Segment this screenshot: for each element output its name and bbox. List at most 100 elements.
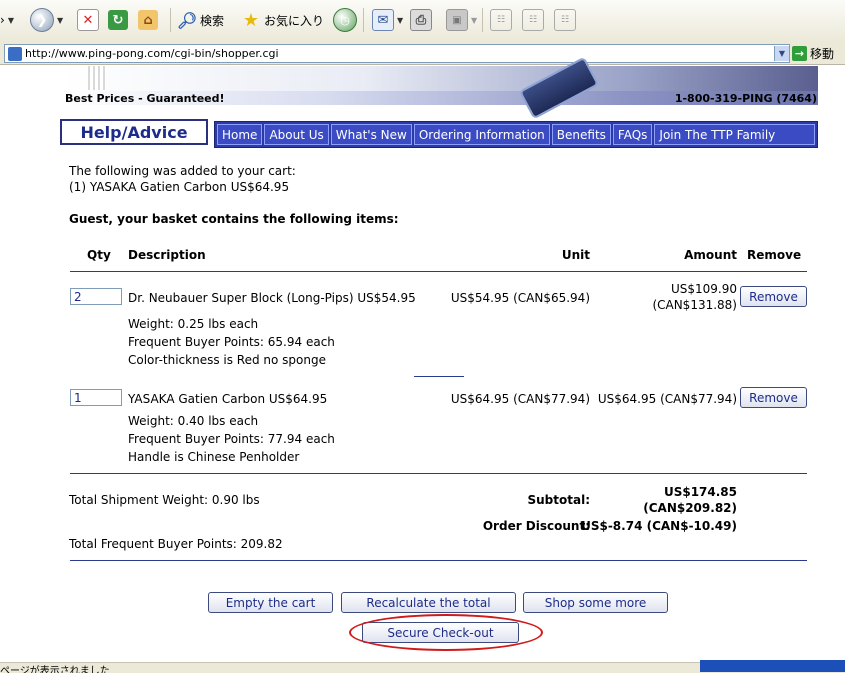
discount-value: US$-8.74 (CAN$-10.49): [581, 519, 737, 533]
header-divider: [70, 271, 807, 272]
address-url[interactable]: http://www.ping-pong.com/cgi-bin/shopper…: [25, 47, 774, 60]
column-qty: Qty: [87, 248, 111, 262]
mail-icon: ✉: [372, 9, 394, 31]
home-button[interactable]: ⌂: [138, 8, 158, 32]
column-description: Description: [128, 248, 206, 262]
recalculate-button[interactable]: Recalculate the total: [341, 592, 516, 613]
item-amount: US$64.95 (CAN$77.94): [597, 392, 737, 406]
go-arrow-icon: →: [792, 45, 807, 61]
go-button[interactable]: → 移動: [792, 44, 834, 62]
history-icon: ◷: [333, 8, 357, 32]
added-message: The following was added to your cart:: [69, 164, 296, 178]
status-text: ページが表示されました: [0, 666, 110, 673]
checkout-highlight-ring: [349, 614, 543, 651]
research-button-3[interactable]: ☷: [554, 8, 576, 32]
banner-stripe: [88, 66, 106, 90]
item-unit-price: US$64.95 (CAN$77.94): [450, 392, 590, 406]
toolbar-divider: [482, 8, 483, 32]
favorites-button[interactable]: ★ お気に入り: [241, 8, 324, 32]
quantity-input[interactable]: [70, 288, 122, 305]
refresh-button[interactable]: ↻: [108, 8, 128, 32]
favorites-label: お気に入り: [264, 13, 325, 28]
remove-button[interactable]: Remove: [740, 286, 807, 307]
total-weight: Total Shipment Weight: 0.90 lbs: [69, 493, 260, 507]
chevron-down-icon: ▼: [57, 15, 64, 25]
document-icon: ☷: [554, 9, 576, 31]
go-label: 移動: [810, 46, 835, 61]
mail-button[interactable]: ✉ ▼: [372, 8, 403, 32]
nav-ordering-information[interactable]: Ordering Information: [413, 124, 550, 145]
address-bar: http://www.ping-pong.com/cgi-bin/shopper…: [0, 42, 845, 65]
phone-number: 1-800-319-PING (7464): [674, 92, 817, 105]
browser-toolbar: › ▼ ❯ ▼ ✕ ↻ ⌂ 🔎︎ 検索 ★ お気に入り ◷ ✉ ▼ ⎙ ▣ ▼ …: [0, 0, 845, 43]
item-divider: [414, 376, 464, 377]
history-button[interactable]: ◷: [333, 8, 357, 32]
subtotal-us: US$174.85: [663, 485, 737, 499]
system-tray: [700, 660, 845, 672]
search-icon: 🔎︎: [176, 10, 198, 30]
chevron-down-icon: ▼: [7, 15, 14, 25]
forward-button[interactable]: ❯ ▼: [30, 8, 63, 32]
item-name: YASAKA Gatien Carbon US$64.95: [128, 392, 328, 406]
added-item: (1) YASAKA Gatien Carbon US$64.95: [69, 180, 290, 194]
stop-button[interactable]: ✕: [77, 8, 99, 32]
address-input[interactable]: http://www.ping-pong.com/cgi-bin/shopper…: [4, 44, 790, 63]
column-remove: Remove: [747, 248, 802, 262]
item-weight: Weight: 0.25 lbs each: [128, 317, 259, 331]
shop-more-button[interactable]: Shop some more: [523, 592, 668, 613]
discount-label: Order Discount:: [482, 519, 590, 533]
research-button-1[interactable]: ☷: [490, 8, 512, 32]
print-button[interactable]: ⎙: [410, 8, 432, 32]
star-icon: ★: [242, 9, 260, 31]
forward-dropdown[interactable]: › ▼: [0, 8, 14, 32]
basket-heading: Guest, your basket contains the followin…: [69, 212, 399, 226]
tagline: Best Prices - Guaranteed!: [65, 92, 225, 105]
nav-join-ttp-family[interactable]: Join The TTP Family: [654, 124, 815, 145]
item-option: Handle is Chinese Penholder: [128, 450, 300, 464]
printer-icon: ⎙: [410, 9, 432, 31]
item-unit-price: US$54.95 (CAN$65.94): [450, 291, 590, 305]
document-icon: ☷: [522, 9, 544, 31]
item-name: Dr. Neubauer Super Block (Long-Pips) US$…: [128, 291, 416, 305]
home-icon: ⌂: [138, 10, 158, 30]
search-label: 検索: [200, 13, 225, 28]
total-points: Total Frequent Buyer Points: 209.82: [69, 537, 283, 551]
chevron-down-icon: ▼: [471, 15, 478, 25]
stop-icon: ✕: [77, 9, 99, 31]
item-weight: Weight: 0.40 lbs each: [128, 414, 259, 428]
subtotal-can: (CAN$209.82): [643, 501, 737, 515]
quantity-input[interactable]: [70, 389, 122, 406]
page-icon: [8, 46, 22, 61]
edit-icon: ▣: [446, 9, 468, 31]
column-amount: Amount: [684, 248, 737, 262]
items-divider: [70, 473, 807, 474]
search-button[interactable]: 🔎︎ 検索: [177, 8, 224, 32]
research-button-2[interactable]: ☷: [522, 8, 544, 32]
main-nav: Home About Us What's New Ordering Inform…: [214, 121, 818, 148]
item-amount-us: US$109.90: [670, 282, 737, 296]
subtotal-label: Subtotal:: [527, 493, 590, 507]
toolbar-divider: [170, 8, 171, 32]
toolbar-divider: [363, 8, 364, 32]
nav-whats-new[interactable]: What's New: [330, 124, 412, 145]
item-points: Frequent Buyer Points: 77.94 each: [128, 432, 335, 446]
document-icon: ☷: [490, 9, 512, 31]
nav-benefits[interactable]: Benefits: [551, 124, 611, 145]
chevron-down-icon: ▼: [397, 15, 404, 25]
edit-button[interactable]: ▣ ▼: [446, 8, 477, 32]
chevron-down-icon[interactable]: ▼: [774, 46, 789, 61]
chevron-left-icon: ›: [0, 13, 5, 27]
empty-cart-button[interactable]: Empty the cart: [208, 592, 333, 613]
totals-divider: [70, 560, 807, 561]
remove-button[interactable]: Remove: [740, 387, 807, 408]
item-points: Frequent Buyer Points: 65.94 each: [128, 335, 335, 349]
item-amount-can: (CAN$131.88): [652, 298, 737, 312]
forward-arrow-icon: ❯: [30, 8, 54, 32]
nav-home[interactable]: Home: [217, 124, 263, 145]
nav-about-us[interactable]: About Us: [264, 124, 329, 145]
refresh-icon: ↻: [108, 10, 128, 30]
help-advice-link[interactable]: Help/Advice: [60, 119, 208, 145]
column-unit: Unit: [561, 248, 590, 262]
nav-faqs[interactable]: FAQs: [612, 124, 653, 145]
item-option: Color-thickness is Red no sponge: [128, 353, 326, 367]
